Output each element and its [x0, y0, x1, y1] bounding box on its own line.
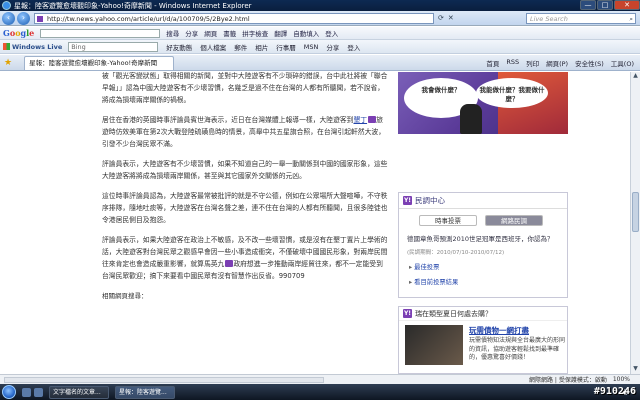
tab-bar: ★ 星報：陸客遊覽愈壞觀印象-Yahoo!奇摩新聞 首頁 RSS 列印 網頁(P…: [0, 55, 640, 71]
related-search-label: 相關網頁搜尋：: [102, 292, 148, 300]
taskbar-item-document[interactable]: 文字檔名的文章...: [49, 385, 109, 399]
promo-description: 玩需債物知法規與全台最廣大的形同的資訊，協助遊客輕鬆找到最準確的，優惠驚喜好價錢…: [469, 337, 566, 361]
live-search-placeholder: Live Search: [530, 14, 568, 23]
windows-flag-icon: [3, 42, 10, 50]
yahoo-icon: Y!: [403, 196, 412, 205]
scroll-up-arrow-icon[interactable]: ▲: [631, 72, 640, 81]
image-id-stamp: #910246: [593, 386, 636, 397]
refresh-icon[interactable]: ⟳: [438, 14, 444, 22]
minimize-button[interactable]: —: [580, 0, 596, 10]
promo-box: Y! 瑞在類型夏日何處去購？ 玩需債物一網打盡 玩需債物知法規與全台最廣大的形同…: [398, 306, 568, 374]
zoom-level[interactable]: 100%: [613, 376, 630, 383]
poll-best-vote-link[interactable]: 最佳投票: [409, 262, 567, 271]
address-actions: ⟳ ✕: [438, 14, 454, 22]
home-button[interactable]: 首頁: [486, 58, 499, 68]
rss-button[interactable]: RSS: [506, 58, 519, 68]
live-search-input[interactable]: Live Search ⌕: [526, 12, 636, 24]
address-bar: ‹ › http://tw.news.yahoo.com/article/url…: [0, 11, 640, 26]
poll-header: Y! 民調中心: [399, 193, 567, 209]
safety-menu[interactable]: 安全性(S): [575, 58, 604, 68]
command-bar: 首頁 RSS 列印 網頁(P) 安全性(S) 工具(O): [486, 58, 634, 68]
windows-taskbar: 文字檔名的文章... 星報：陸客遊覽... ▣ ♪: [0, 384, 640, 400]
article-paragraph: 被「觀光客變狀態」取得相關的新聞，並對中大陸遊客有不少瑣碎的錯誤，台中此社將被「…: [102, 72, 388, 104]
live-msn-button[interactable]: MSN: [304, 43, 319, 51]
article-paragraph: 評論員表示，如果大陸遊客在政治上不敏感，及不改一些壞習慣，或是沒有在墾丁置片上學…: [102, 236, 388, 280]
poll-results-link[interactable]: 看目前投票結果: [409, 277, 567, 286]
vertical-scrollbar[interactable]: ▲ ▼: [630, 72, 640, 374]
bing-search-input[interactable]: Bing: [68, 41, 159, 52]
page-menu[interactable]: 網頁(P): [546, 58, 568, 68]
start-button[interactable]: [2, 385, 16, 399]
poll-tabs: 時事投票 網路民調: [419, 215, 567, 226]
window-controls: — □ ✕: [579, 0, 640, 11]
promo-heading: 瑞在類型夏日何處去購？: [415, 309, 492, 318]
article-paragraph: 評論員表示，大陸遊客有不少壞習慣，如果不知道自己的一舉一動關係到中國的國家形象，…: [102, 160, 388, 180]
ie-icon: [2, 1, 11, 10]
google-search-input[interactable]: [40, 28, 161, 38]
promo-image[interactable]: [405, 325, 463, 365]
poll-center: Y! 民調中心 時事投票 網路民調 德國章魚哥預測2010世足冠軍是西班牙，你認…: [398, 192, 568, 298]
windows-live-toolbar: Windows Live Bing 好友動態 個人檔案 郵件 相片 行事曆 MS…: [0, 40, 640, 54]
google-web-button[interactable]: 網頁: [204, 28, 217, 38]
scroll-thumb[interactable]: [632, 192, 639, 232]
favorites-star-icon[interactable]: ★: [4, 58, 12, 68]
quick-launch: [22, 387, 43, 397]
page-content: 被「觀光客變狀態」取得相關的新聞，並對中大陸遊客有不少瑣碎的錯誤，台中此社將被「…: [0, 72, 630, 374]
promo-header: Y! 瑞在類型夏日何處去購？: [399, 307, 567, 321]
kenting-link[interactable]: 墾丁: [353, 116, 367, 124]
live-photos-button[interactable]: 相片: [255, 42, 268, 52]
back-arrow-icon[interactable]: ‹: [2, 11, 15, 25]
search-icon[interactable]: ⌕: [629, 14, 633, 24]
live-share-button[interactable]: 分享: [326, 42, 339, 52]
yahoo-icon: Y!: [403, 309, 412, 318]
windows-live-logo[interactable]: Windows Live: [3, 42, 62, 51]
article-body: 被「觀光客變狀態」取得相關的新聞，並對中大陸遊客有不少瑣碎的錯誤，台中此社將被「…: [102, 72, 388, 310]
window-title: 星報：陸客遊覽愈壞觀印象-Yahoo!奇摩新聞 - Windows Intern…: [14, 1, 252, 10]
live-signin-button[interactable]: 登入: [347, 42, 360, 52]
live-mail-button[interactable]: 郵件: [234, 42, 247, 52]
tab-current-article[interactable]: 星報：陸客遊覽愈壞觀印象-Yahoo!奇摩新聞: [24, 55, 175, 70]
google-toolbar: Google 搜尋 分享 網頁 書籤 拼字檢查 翻譯 自動填入 登入: [0, 27, 640, 40]
live-calendar-button[interactable]: 行事曆: [276, 42, 296, 52]
live-profile-button[interactable]: 個人檔案: [200, 42, 226, 52]
banner-ad[interactable]: 我會做什麼？ 我能做什麼？我要做什麼？: [398, 72, 568, 134]
google-translate-button[interactable]: 翻譯: [274, 28, 287, 38]
ad-bubble-right: 我能做什麼？我要做什麼？: [476, 78, 548, 108]
print-button[interactable]: 列印: [526, 58, 539, 68]
google-share-button[interactable]: 分享: [185, 28, 198, 38]
close-button[interactable]: ✕: [614, 0, 640, 10]
show-desktop-icon[interactable]: [22, 387, 31, 397]
article-paragraph: 居住在香港的英國時事評論員賓世海表示，近日在台灣媒體上報導一樣，大陸遊客到墾丁旅…: [102, 116, 385, 148]
forward-arrow-icon[interactable]: ›: [17, 11, 30, 25]
poll-period: (民調期間：2010/07/10-2010/07/12): [407, 250, 505, 256]
poll-title: 民調中心: [415, 196, 445, 205]
ie-launch-icon[interactable]: [34, 387, 43, 397]
security-zone: 網際網路 | 受保護模式：啟動: [529, 377, 607, 384]
window-title-bar: 星報：陸客遊覽愈壞觀印象-Yahoo!奇摩新聞 - Windows Intern…: [0, 0, 640, 11]
video-icon[interactable]: [368, 116, 377, 123]
google-search-button[interactable]: 搜尋: [166, 28, 179, 38]
google-bookmarks-button[interactable]: 書籤: [223, 28, 236, 38]
url-input[interactable]: http://tw.news.yahoo.com/article/url/d/a…: [34, 12, 434, 24]
google-logo: Google: [3, 28, 35, 38]
tools-menu[interactable]: 工具(O): [611, 58, 634, 68]
taskbar-item-browser[interactable]: 星報：陸客遊覽...: [115, 385, 175, 399]
status-bar: 網際網路 | 受保護模式：啟動 100%: [0, 374, 640, 384]
stop-icon[interactable]: ✕: [448, 14, 454, 22]
live-friends-button[interactable]: 好友動態: [166, 42, 192, 52]
ad-person-silhouette: [460, 104, 482, 134]
article-paragraph: 這位時事評論員認為，大陸遊客最常被批評的就是不守公德，例如在公眾場所大聲喧嘩，不…: [102, 192, 388, 224]
google-signin-button[interactable]: 登入: [325, 28, 338, 38]
poll-question[interactable]: 德國章魚哥預測2010世足冠軍是西班牙，你認為？: [407, 234, 557, 244]
tab-online-poll[interactable]: 網路民調: [485, 215, 543, 226]
google-autofill-button[interactable]: 自動填入: [293, 28, 319, 38]
tab-current-poll[interactable]: 時事投票: [419, 215, 477, 226]
promo-title-link[interactable]: 玩需債物一網打盡: [469, 325, 529, 336]
scroll-down-arrow-icon[interactable]: ▼: [631, 365, 640, 374]
google-spellcheck-button[interactable]: 拼字檢查: [242, 28, 268, 38]
horizontal-scrollbar[interactable]: [4, 376, 324, 383]
maximize-button[interactable]: □: [597, 0, 613, 10]
